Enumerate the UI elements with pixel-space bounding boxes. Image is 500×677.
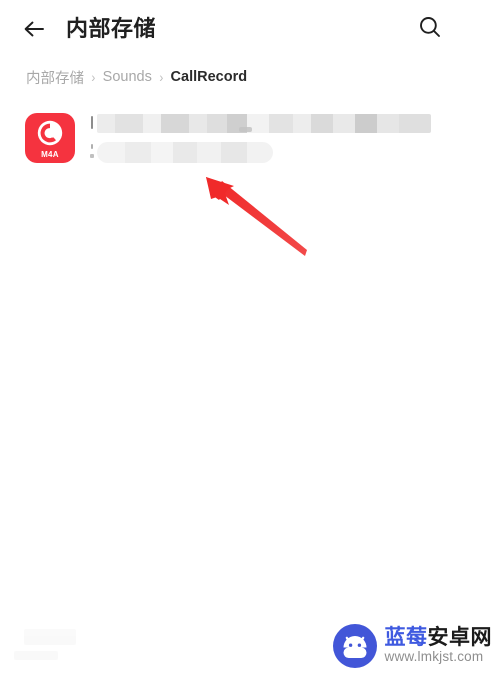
file-item-text-block: [90, 114, 500, 163]
artifact-block: [24, 629, 76, 645]
search-icon: [417, 14, 443, 45]
file-extension-label: M4A: [41, 150, 59, 159]
red-pointer-arrow: [206, 177, 307, 256]
watermark-title: 蓝莓安卓网: [385, 627, 493, 649]
breadcrumb-item-internal-storage[interactable]: 内部存储: [26, 67, 84, 88]
breadcrumb-separator-icon: ›: [91, 69, 96, 85]
glyph-fragment: [90, 154, 94, 158]
watermark-title-primary: 蓝莓: [384, 626, 428, 650]
breadcrumb: 内部存储 › Sounds › CallRecord: [26, 64, 247, 90]
music-note-glyph-icon: [35, 118, 65, 153]
artifact-block: [14, 651, 58, 660]
app-bar: 内部存储: [0, 0, 500, 58]
background-artifact: [14, 629, 86, 663]
file-list: M4A: [0, 104, 500, 186]
page-title: 内部存储: [66, 16, 157, 41]
overflow-menu-button[interactable]: [452, 7, 492, 51]
back-button[interactable]: [12, 7, 56, 51]
m4a-audio-file-icon: M4A: [25, 113, 75, 163]
file-list-item[interactable]: M4A: [0, 104, 500, 186]
breadcrumb-item-callrecord[interactable]: CallRecord: [171, 69, 248, 85]
watermark-url: www.lmkjst.com: [384, 649, 484, 665]
site-watermark: 蓝莓安卓网 www.lmkjst.com: [332, 623, 493, 669]
android-robot-logo-icon: [332, 623, 378, 669]
back-arrow-icon: [21, 16, 47, 42]
watermark-title-secondary: 安卓网: [427, 626, 492, 650]
breadcrumb-item-sounds[interactable]: Sounds: [103, 69, 152, 85]
breadcrumb-separator-icon: ›: [159, 69, 164, 85]
search-button[interactable]: [408, 7, 452, 51]
file-name-redacted: [91, 114, 431, 133]
glyph-fragment: [91, 116, 93, 129]
watermark-text-block: 蓝莓安卓网 www.lmkjst.com: [385, 627, 493, 665]
glyph-fragment: [91, 144, 93, 149]
file-meta-redacted: [90, 142, 273, 163]
